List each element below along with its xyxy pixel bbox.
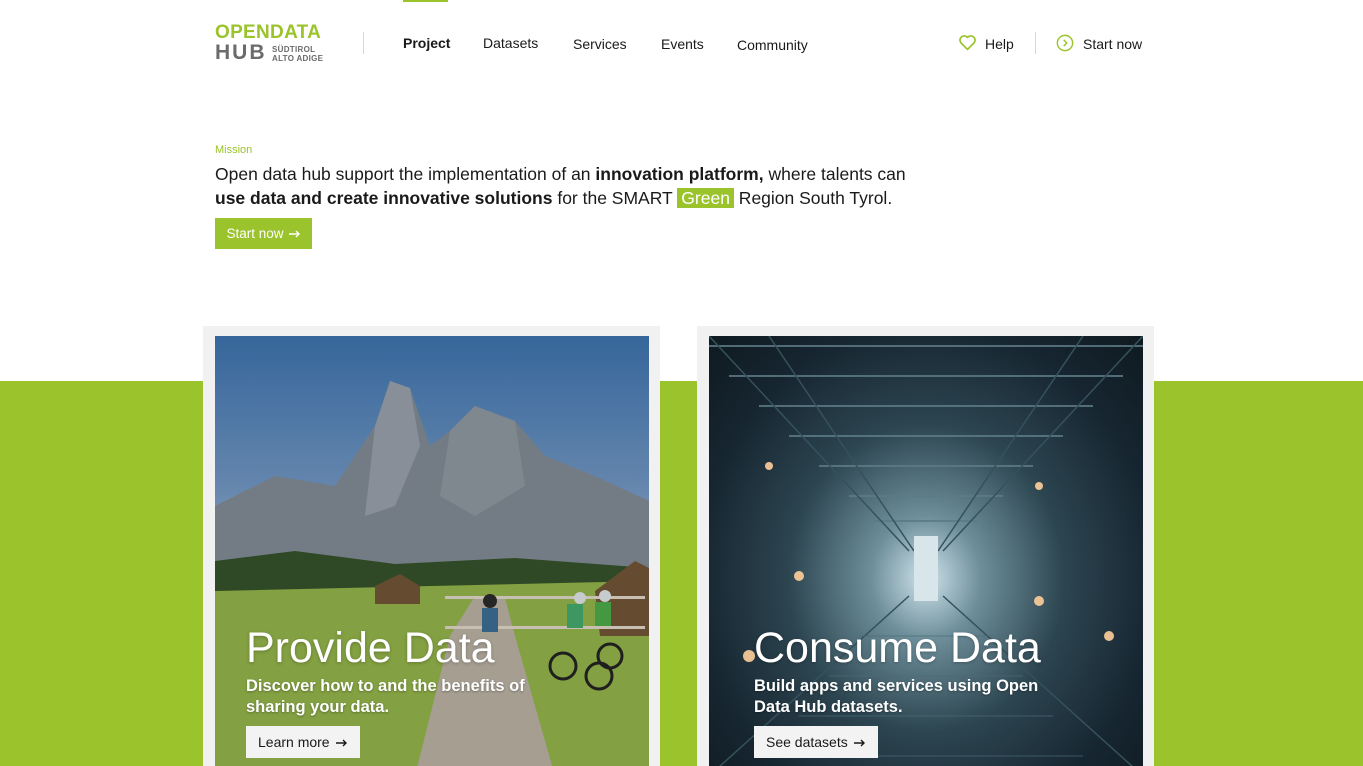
- consume-data-title: Consume Data: [754, 624, 1041, 672]
- mission-bold-1: innovation platform,: [595, 164, 764, 184]
- arrow-right-icon: [853, 734, 866, 750]
- header-divider-right: [1035, 32, 1036, 54]
- mission-start-button[interactable]: Start now: [215, 218, 312, 249]
- provide-data-card[interactable]: Provide Data Discover how to and the ben…: [215, 336, 649, 766]
- chevron-right-circle-icon: [1056, 34, 1074, 55]
- nav-item-services[interactable]: Services: [573, 36, 627, 52]
- mission-text-1: Open data hub support the implementation…: [215, 164, 596, 184]
- start-now-label: Start now: [1083, 36, 1143, 52]
- opendatahub-logo[interactable]: OPENDATA HUB SÜDTIROL ALTO ADIGE: [215, 23, 330, 65]
- logo-opendata-text: OPENDATA: [215, 22, 322, 43]
- provide-data-title: Provide Data: [246, 624, 495, 672]
- see-datasets-label: See datasets: [766, 734, 848, 750]
- help-link[interactable]: Help: [958, 34, 1014, 54]
- logo-region-text: SÜDTIROL ALTO ADIGE: [272, 45, 323, 63]
- mission-text-4: Region South Tyrol.: [733, 188, 893, 208]
- header-divider: [363, 32, 364, 54]
- consume-data-card[interactable]: Consume Data Build apps and services usi…: [709, 336, 1143, 766]
- logo-sub-line1: SÜDTIROL: [272, 45, 316, 54]
- arrow-right-icon: [288, 226, 301, 241]
- site-header: OPENDATA HUB SÜDTIROL ALTO ADIGE Project…: [0, 0, 1363, 90]
- logo-hub-text: HUB: [215, 41, 267, 64]
- mission-start-label: Start now: [226, 226, 284, 241]
- learn-more-label: Learn more: [258, 734, 330, 750]
- nav-item-datasets[interactable]: Datasets: [483, 35, 538, 51]
- mission-text-3: for the SMART: [552, 188, 678, 208]
- mission-highlight: Green: [677, 188, 734, 208]
- nav-item-community[interactable]: Community: [737, 37, 808, 53]
- mission-text-2: where talents can: [763, 164, 906, 184]
- start-now-link[interactable]: Start now: [1056, 34, 1142, 54]
- nav-item-project[interactable]: Project: [403, 35, 450, 51]
- mission-statement: Open data hub support the implementation…: [215, 162, 935, 210]
- arrow-right-icon: [335, 734, 348, 750]
- provide-data-description: Discover how to and the benefits of shar…: [246, 677, 525, 716]
- consume-data-description: Build apps and services using Open Data …: [754, 677, 1039, 716]
- see-datasets-button[interactable]: See datasets: [754, 726, 878, 758]
- heart-icon: [958, 34, 977, 54]
- mission-label: Mission: [215, 144, 253, 156]
- learn-more-button[interactable]: Learn more: [246, 726, 360, 758]
- nav-item-events[interactable]: Events: [661, 36, 704, 52]
- logo-sub-line2: ALTO ADIGE: [272, 54, 324, 63]
- nav-active-indicator: [403, 0, 448, 2]
- mission-bold-2: use data and create innovative solutions: [215, 188, 553, 208]
- help-label: Help: [985, 36, 1014, 52]
